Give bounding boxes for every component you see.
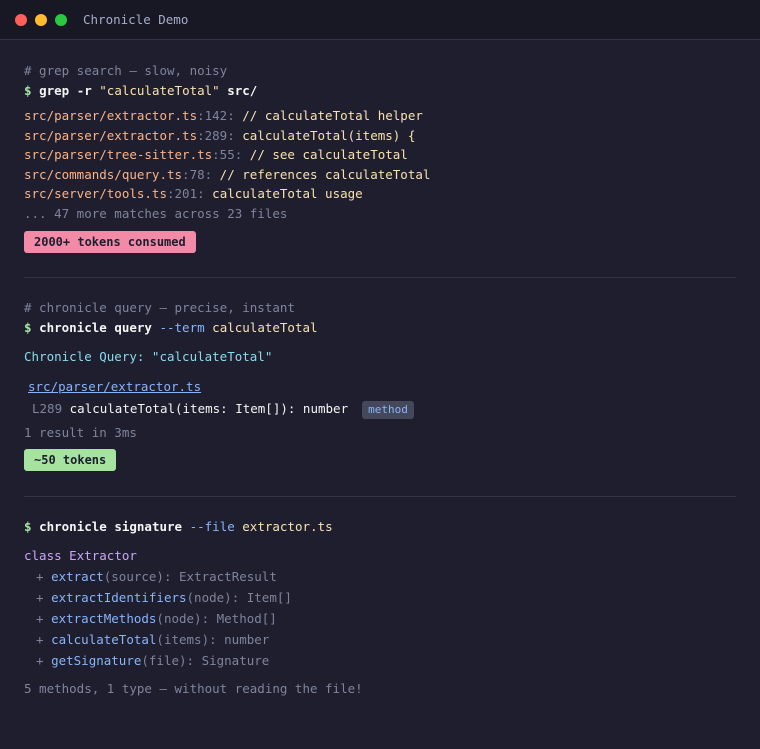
result-line: :78: xyxy=(182,166,213,182)
plus-symbol: + xyxy=(36,569,44,584)
signature-summary: 5 methods, 1 type — without reading the … xyxy=(24,679,736,699)
result-line: :142: xyxy=(197,108,235,123)
class-keyword: class xyxy=(24,548,62,563)
grep-command-line: $ grep -r "calculateTotal" src/ xyxy=(24,81,736,101)
member-name: extractIdentifiers xyxy=(51,590,187,605)
member-args: (file) xyxy=(141,653,187,668)
member-name: extract xyxy=(51,569,104,584)
result-path: src/parser/extractor.ts xyxy=(24,127,198,143)
result-file-link[interactable]: src/parser/extractor.ts xyxy=(28,379,201,394)
member-row: + extract(source): ExtractResult xyxy=(24,566,736,587)
comment-text: # grep search — slow, noisy xyxy=(24,63,228,78)
title-bar: Chronicle Demo xyxy=(0,0,760,40)
result-path: src/parser/extractor.ts xyxy=(24,108,198,123)
minimize-window-button[interactable] xyxy=(35,13,47,26)
query-file-link-row: src/parser/extractor.ts xyxy=(24,377,736,397)
token-badge: ~50 tokens xyxy=(24,449,117,471)
command-text: chronicle query xyxy=(39,320,152,335)
flag-text: --file xyxy=(189,519,235,534)
grep-result: src/parser/tree-sitter.ts:55: // see cal… xyxy=(24,145,736,165)
member-args: (node) xyxy=(186,590,232,605)
member-return: : Signature xyxy=(186,653,270,668)
comment-text: # chronicle query — precise, instant xyxy=(24,300,295,315)
query-comment: # chronicle query — precise, instant xyxy=(24,298,736,318)
result-text: calculateTotal usage xyxy=(204,186,363,201)
grep-result: src/server/tools.ts:201: calculateTotal … xyxy=(24,184,736,204)
member-row: + extractIdentifiers(node): Item[] xyxy=(24,587,736,608)
result-text: // references calculateTotal xyxy=(212,166,431,182)
token-badge: 2000+ tokens consumed xyxy=(24,231,196,253)
grep-result: src/parser/extractor.ts:289: calculateTo… xyxy=(24,126,736,146)
grep-section: # grep search — slow, noisy $ grep -r "c… xyxy=(24,61,736,253)
member-name: getSignature xyxy=(51,653,142,668)
terminal-content: # grep search — slow, noisy $ grep -r "c… xyxy=(0,40,760,699)
query-string: "calculateTotal" xyxy=(99,83,220,98)
member-return: : number xyxy=(209,632,270,647)
member-name: extractMethods xyxy=(51,611,157,626)
result-path: src/commands/query.ts xyxy=(24,166,183,182)
grep-token-badge-row: 2000+ tokens consumed xyxy=(24,231,736,253)
plus-symbol: + xyxy=(36,632,44,647)
member-args: (items) xyxy=(156,632,210,647)
flag-value: calculateTotal xyxy=(212,320,318,335)
result-text: // calculateTotal helper xyxy=(234,108,423,123)
member-return: : ExtractResult xyxy=(163,569,277,584)
grep-more: ... 47 more matches across 23 files xyxy=(24,204,736,224)
result-line: :55: xyxy=(212,147,243,162)
signature-section: $ chronicle signature --file extractor.t… xyxy=(24,517,736,699)
class-declaration: class Extractor xyxy=(24,546,736,566)
member-name: calculateTotal xyxy=(51,632,157,647)
member-row: + calculateTotal(items): number xyxy=(24,629,736,650)
prompt-symbol: $ xyxy=(24,83,32,98)
signature-command-line: $ chronicle signature --file extractor.t… xyxy=(24,517,736,537)
maximize-window-button[interactable] xyxy=(55,13,67,26)
member-args: (source) xyxy=(103,569,164,584)
plus-symbol: + xyxy=(36,611,44,626)
flag-value: extractor.ts xyxy=(242,519,333,534)
close-window-button[interactable] xyxy=(15,13,27,26)
summary-text: 5 methods, 1 type — without reading the … xyxy=(24,681,363,696)
summary-text: 1 result in 3ms xyxy=(24,425,137,440)
query-section: # chronicle query — precise, instant $ c… xyxy=(24,298,736,471)
query-heading-text: Chronicle Query: "calculateTotal" xyxy=(24,349,273,364)
query-token-badge-row: ~50 tokens xyxy=(24,449,736,471)
flag-text: --term xyxy=(159,320,205,335)
grep-result: src/parser/extractor.ts:142: // calculat… xyxy=(24,106,736,126)
terminal-window: Chronicle Demo # grep search — slow, noi… xyxy=(0,0,760,749)
query-result-row: L289 calculateTotal(items: Item[]): numb… xyxy=(24,397,736,420)
result-signature: calculateTotal(items: Item[]): number xyxy=(69,401,349,416)
result-line: :289: xyxy=(197,127,235,143)
command-text: chronicle signature xyxy=(39,519,183,534)
class-name: Extractor xyxy=(69,548,137,563)
result-text: calculateTotal(items) { xyxy=(234,127,416,143)
member-row: + extractMethods(node): Method[] xyxy=(24,608,736,629)
result-line: :201: xyxy=(167,186,205,201)
result-line-number: L289 xyxy=(32,401,63,416)
member-return: : Item[] xyxy=(231,590,292,605)
result-text: // see calculateTotal xyxy=(242,147,408,162)
more-matches-text: ... 47 more matches across 23 files xyxy=(24,205,288,221)
query-command-line: $ chronicle query --term calculateTotal xyxy=(24,318,736,338)
member-args: (node) xyxy=(156,611,202,626)
plus-symbol: + xyxy=(36,653,44,668)
grep-result: src/commands/query.ts:78: // references … xyxy=(24,165,736,185)
kind-tag: method xyxy=(362,400,414,419)
result-path: src/server/tools.ts xyxy=(24,186,167,201)
query-heading: Chronicle Query: "calculateTotal" xyxy=(24,347,736,367)
command-text: grep -r xyxy=(39,83,92,98)
window-title: Chronicle Demo xyxy=(83,12,189,27)
target-dir: src/ xyxy=(227,83,258,98)
query-summary: 1 result in 3ms xyxy=(24,423,736,443)
member-return: : Method[] xyxy=(201,611,277,626)
member-row: + getSignature(file): Signature xyxy=(24,650,736,671)
grep-comment: # grep search — slow, noisy xyxy=(24,61,736,81)
prompt-symbol: $ xyxy=(24,320,32,335)
prompt-symbol: $ xyxy=(24,519,32,534)
result-path: src/parser/tree-sitter.ts xyxy=(24,147,213,162)
plus-symbol: + xyxy=(36,590,44,605)
